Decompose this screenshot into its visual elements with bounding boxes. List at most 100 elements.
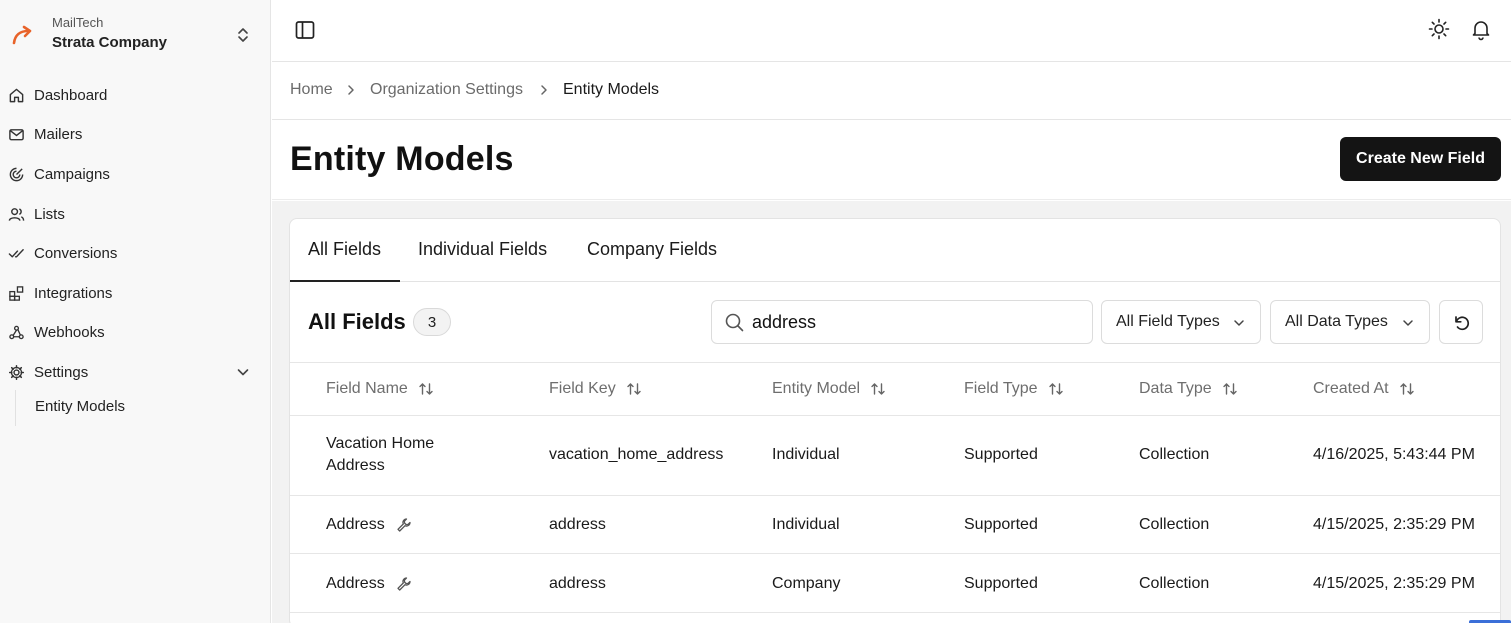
sidebar-item-dashboard[interactable]: Dashboard (0, 77, 271, 113)
sidebar-item-label: Campaigns (34, 165, 110, 183)
mail-icon (9, 128, 24, 140)
sidebar-item-label: Webhooks (34, 323, 105, 341)
sun-icon[interactable] (1427, 17, 1451, 41)
breadcrumb-organization-settings[interactable]: Organization Settings (370, 81, 523, 99)
create-new-field-button[interactable]: Create New Field (1340, 137, 1501, 181)
sidebar-item-mailers[interactable]: Mailers (0, 116, 271, 152)
search-field[interactable] (711, 300, 1093, 344)
column-header-created-at[interactable]: Created At (1313, 380, 1415, 398)
field-type-select[interactable]: All Field Types (1101, 300, 1261, 344)
cell-created-at: 4/15/2025, 2:35:29 PM (1313, 516, 1475, 533)
org-name: Strata Company (52, 34, 168, 51)
chevron-down-icon (237, 369, 249, 376)
cell-field-name-line2: Address (326, 457, 385, 474)
sidebar-item-integrations[interactable]: Integrations (0, 275, 271, 311)
wrench-icon (397, 577, 411, 591)
search-input[interactable] (752, 310, 1082, 334)
cell-data-type: Collection (1139, 516, 1210, 533)
cell-field-key: address (549, 516, 606, 533)
breadcrumb-current: Entity Models (563, 81, 660, 98)
sidebar-item-label: Mailers (34, 125, 83, 143)
column-header-field-key[interactable]: Field Key (549, 380, 642, 398)
wrench-icon (397, 518, 411, 532)
sidebar-item-label: Settings (34, 363, 89, 381)
chevrons-up-down-icon (238, 28, 248, 42)
cell-entity-model: Company (772, 575, 841, 592)
column-header-entity-model[interactable]: Entity Model (772, 380, 886, 398)
column-header-data-type[interactable]: Data Type (1139, 380, 1238, 398)
page-header: Entity Models Create New Field (272, 120, 1511, 200)
cell-field-type: Supported (964, 575, 1038, 592)
org-subtitle: MailTech (52, 15, 104, 30)
table-row[interactable]: Address address Individual Supported Col… (290, 496, 1500, 554)
sort-icon (1048, 383, 1063, 395)
reset-filters-button[interactable] (1439, 300, 1483, 344)
gear-icon (8, 364, 25, 380)
field-type-select-value: All Field Types (1116, 313, 1220, 330)
sort-icon (1222, 383, 1237, 395)
chevron-down-icon (1234, 320, 1244, 326)
chevron-right-icon (541, 85, 547, 95)
bell-icon[interactable] (1469, 17, 1493, 41)
sidebar-item-conversions[interactable]: Conversions (0, 235, 271, 271)
cell-created-at: 4/16/2025, 5:43:44 PM (1313, 446, 1475, 463)
cell-field-name: Address (326, 575, 385, 592)
chevron-down-icon (1403, 320, 1413, 326)
tab-company-fields[interactable]: Company Fields (587, 239, 717, 260)
sort-icon (1399, 383, 1414, 395)
tab-all-fields[interactable]: All Fields (308, 239, 381, 260)
sidebar-item-label: Lists (34, 205, 65, 223)
users-icon (8, 207, 25, 221)
top-bar (272, 0, 1511, 62)
cell-data-type: Collection (1139, 575, 1210, 592)
table-header: Field Name Field Key Entity Model Field … (290, 362, 1500, 416)
column-header-field-type[interactable]: Field Type (964, 380, 1064, 398)
active-tab-indicator (290, 280, 400, 282)
sort-icon (871, 383, 885, 395)
sidebar-item-label: Conversions (34, 244, 118, 262)
page-title: Entity Models (290, 140, 514, 178)
rotate-ccw-icon (1455, 316, 1470, 331)
webhook-icon (9, 325, 24, 339)
sidebar-item-settings[interactable]: Settings (0, 354, 271, 390)
campaign-icon (9, 167, 24, 181)
sidebar-item-campaigns[interactable]: Campaigns (0, 156, 271, 192)
tab-bar: All Fields Individual Fields Company Fie… (290, 219, 1500, 282)
org-switcher[interactable]: MailTech Strata Company (0, 0, 271, 66)
data-type-select[interactable]: All Data Types (1270, 300, 1430, 344)
cell-field-key: address (549, 575, 606, 592)
cell-field-type: Supported (964, 516, 1038, 533)
sidebar-item-label: Integrations (34, 284, 113, 302)
sort-icon (627, 383, 641, 395)
cell-created-at: 4/15/2025, 2:35:29 PM (1313, 575, 1475, 592)
sidebar-item-label: Dashboard (34, 86, 108, 104)
fields-card: All Fields Individual Fields Company Fie… (289, 218, 1501, 623)
tab-individual-fields[interactable]: Individual Fields (418, 239, 547, 260)
submenu-rail (15, 390, 16, 426)
sidebar-toggle-icon[interactable] (294, 19, 316, 41)
sidebar: MailTech Strata Company Dashboard Mailer… (0, 0, 271, 623)
home-icon (9, 88, 24, 102)
breadcrumb: Home Organization Settings Entity Models (272, 63, 1511, 120)
column-header-field-name[interactable]: Field Name (326, 380, 434, 398)
table-row[interactable]: Vacation Home Address vacation_home_addr… (290, 416, 1500, 496)
cell-entity-model: Individual (772, 516, 840, 533)
cell-field-type: Supported (964, 446, 1038, 463)
blocks-icon (9, 285, 24, 301)
cell-field-key: vacation_home_address (549, 446, 724, 463)
cell-field-name: Address (326, 516, 385, 533)
sidebar-item-lists[interactable]: Lists (0, 196, 271, 232)
breadcrumb-home[interactable]: Home (290, 81, 333, 99)
search-icon (725, 313, 744, 332)
cell-entity-model: Individual (772, 446, 840, 463)
table-row[interactable]: Address address Company Supported Collec… (290, 554, 1500, 613)
chevron-right-icon (348, 85, 354, 95)
sidebar-item-webhooks[interactable]: Webhooks (0, 314, 271, 350)
section-title: All Fields (308, 309, 406, 334)
data-type-select-value: All Data Types (1285, 313, 1388, 330)
redirect-arrow-logo-icon (12, 25, 32, 45)
sort-icon (419, 383, 433, 395)
sidebar-subitem-entity-models[interactable]: Entity Models (35, 398, 125, 415)
cell-field-name: Vacation Home (326, 435, 435, 452)
check-double-icon (8, 248, 24, 258)
